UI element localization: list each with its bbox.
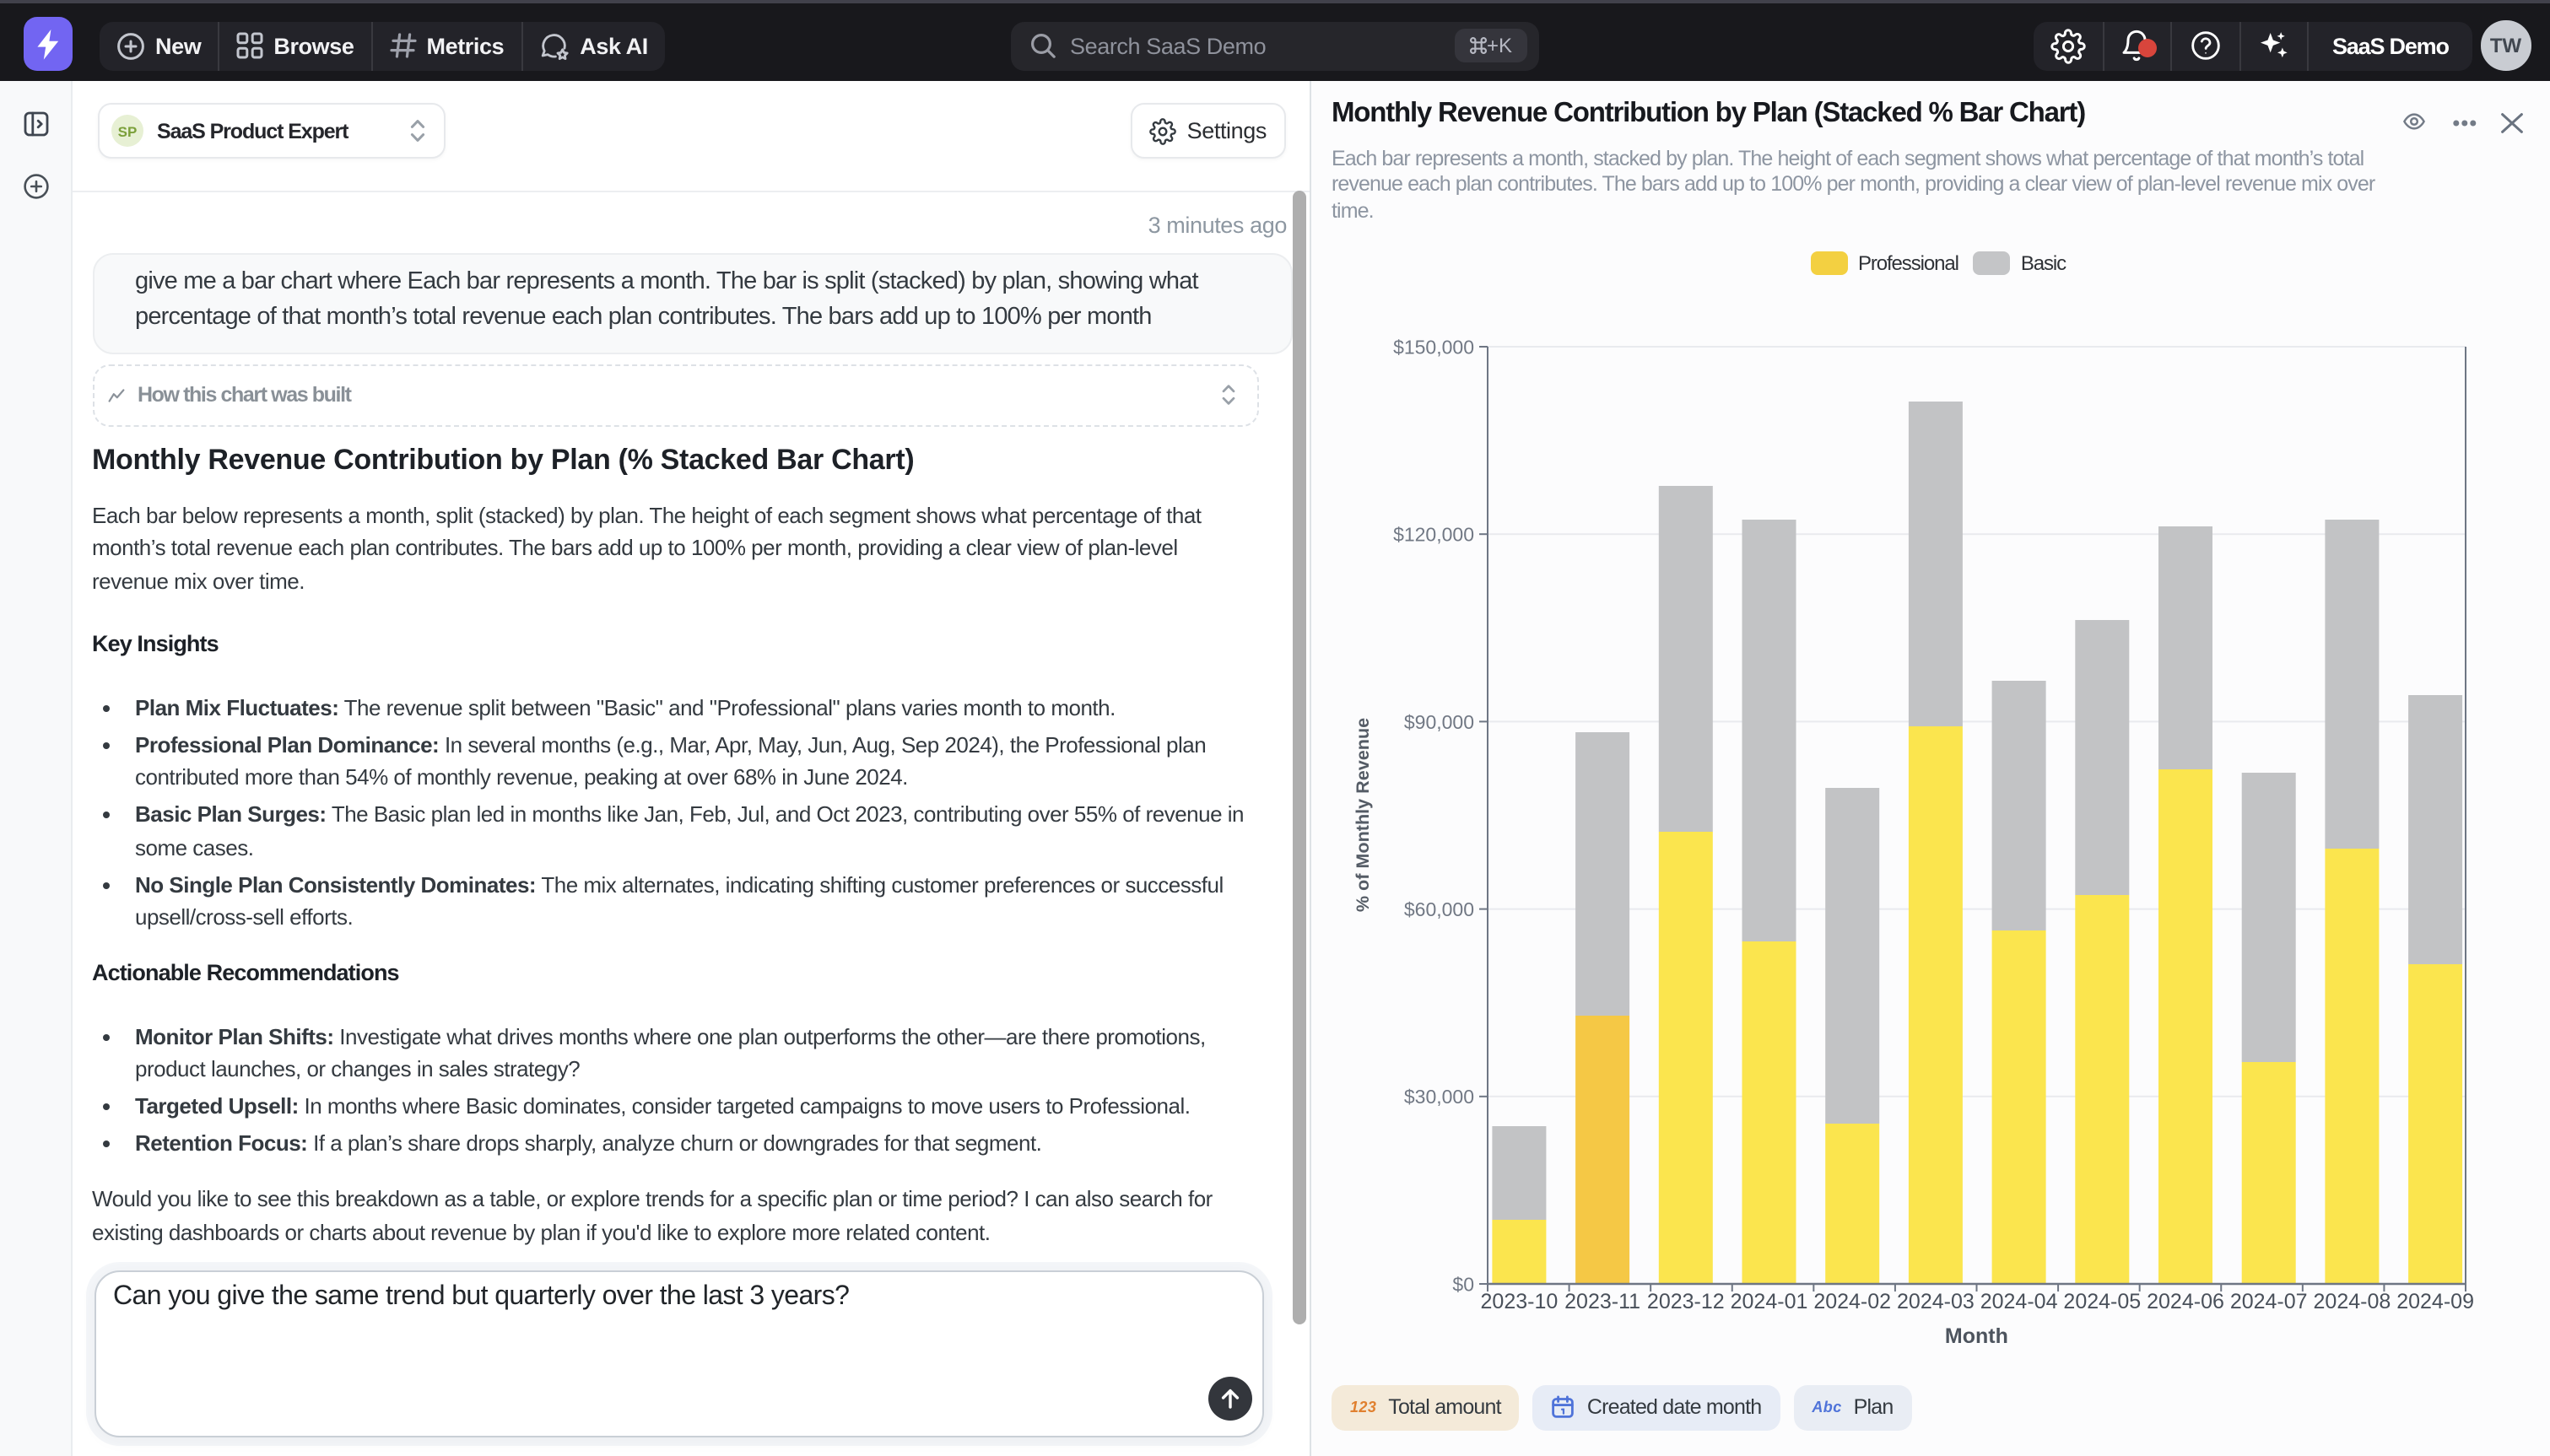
svg-text:$30,000: $30,000 [1404,1086,1474,1108]
svg-text:2024-04: 2024-04 [1980,1290,2058,1313]
svg-text:2024-06: 2024-06 [2147,1290,2224,1313]
svg-text:2024-09: 2024-09 [2396,1290,2474,1313]
svg-text:$90,000: $90,000 [1404,711,1474,733]
svg-text:Month: Month [1945,1324,2008,1348]
svg-text:2023-11: 2023-11 [1564,1290,1640,1313]
svg-text:$60,000: $60,000 [1404,898,1474,920]
svg-text:2024-03: 2024-03 [1897,1290,1975,1313]
svg-text:2024-02: 2024-02 [1813,1290,1891,1313]
svg-text:2024-01: 2024-01 [1731,1290,1808,1313]
svg-text:2024-07: 2024-07 [2230,1290,2308,1313]
svg-text:$150,000: $150,000 [1393,336,1474,358]
svg-text:$0: $0 [1452,1273,1474,1295]
svg-text:2023-10: 2023-10 [1481,1290,1559,1313]
svg-text:$120,000: $120,000 [1393,524,1474,546]
svg-text:2024-08: 2024-08 [2314,1290,2391,1313]
svg-text:% of Monthly Revenue: % of Monthly Revenue [1352,718,1373,912]
svg-text:2024-05: 2024-05 [2063,1290,2141,1313]
svg-text:2023-12: 2023-12 [1647,1290,1725,1313]
